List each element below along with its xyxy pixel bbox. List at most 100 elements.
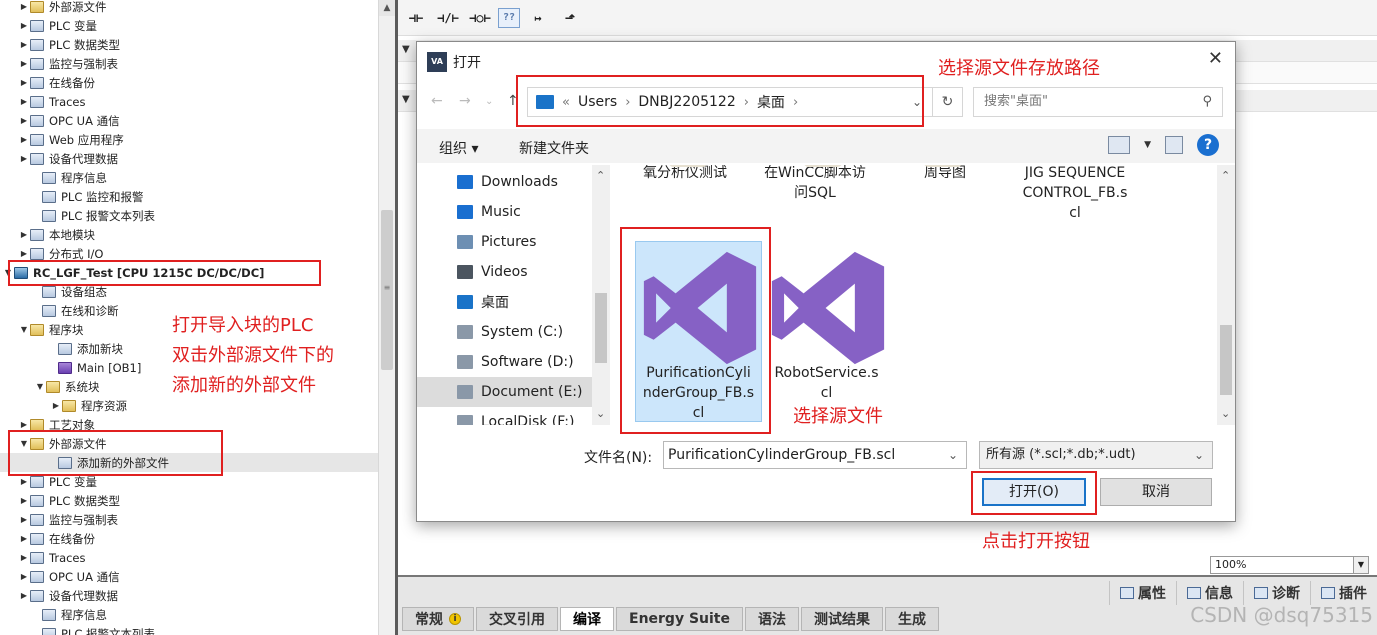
files-scrollbar[interactable]: ⌃ ⌄ bbox=[1217, 165, 1235, 425]
scroll-up-icon[interactable]: ⌃ bbox=[596, 169, 605, 182]
collapse-icon[interactable]: ▼ bbox=[402, 94, 410, 105]
tree-item[interactable]: ▼ RC_LGF_Test [CPU 1215C DC/DC/DC] bbox=[0, 263, 378, 282]
tree-item[interactable]: ▶ 外部源文件 bbox=[0, 0, 378, 16]
expand-down-icon[interactable]: ▼ bbox=[18, 439, 30, 448]
tree-scrollbar[interactable]: ▲ ≡ bbox=[378, 0, 395, 635]
tree-item[interactable]: ▶ 设备代理数据 bbox=[0, 586, 378, 605]
nav-item[interactable]: System (C:) bbox=[457, 317, 607, 347]
preview-pane-icon[interactable] bbox=[1165, 136, 1183, 154]
filename-input[interactable]: PurificationCylinderGroup_FB.scl ⌄ bbox=[663, 441, 967, 469]
tree-item[interactable]: 程序信息 bbox=[0, 168, 378, 187]
nav-item[interactable]: Downloads bbox=[457, 167, 607, 197]
ladder-tool-button[interactable]: ⬏ bbox=[556, 6, 584, 30]
file-item[interactable]: 在WinCC脚本访 问SQL bbox=[751, 165, 879, 233]
scroll-thumb[interactable] bbox=[595, 293, 607, 363]
expand-right-icon[interactable]: ▶ bbox=[18, 249, 30, 258]
inspector-tab[interactable]: 信息 bbox=[1176, 581, 1243, 605]
tree-item[interactable]: PLC 报警文本列表 bbox=[0, 624, 378, 635]
tree-item[interactable]: 设备组态 bbox=[0, 282, 378, 301]
scroll-down-icon[interactable]: ⌄ bbox=[596, 407, 605, 420]
nav-item[interactable]: 桌面 bbox=[457, 287, 607, 317]
close-icon[interactable]: ✕ bbox=[1208, 48, 1223, 69]
info-sub-tab[interactable]: 生成 bbox=[885, 607, 939, 631]
info-sub-tab[interactable]: 常规 i bbox=[402, 607, 474, 631]
expand-right-icon[interactable]: ▶ bbox=[50, 401, 62, 410]
chevron-down-icon[interactable]: ▼ bbox=[1353, 556, 1369, 574]
inspector-tab[interactable]: 诊断 bbox=[1243, 581, 1310, 605]
inspector-tab[interactable]: 属性 bbox=[1109, 581, 1176, 605]
tree-item[interactable]: ▶ PLC 数据类型 bbox=[0, 35, 378, 54]
expand-right-icon[interactable]: ▶ bbox=[18, 572, 30, 581]
scroll-thumb[interactable] bbox=[1220, 325, 1232, 395]
tree-item[interactable]: ▼ 外部源文件 bbox=[0, 434, 378, 453]
tree-item[interactable]: ▶ PLC 数据类型 bbox=[0, 491, 378, 510]
expand-right-icon[interactable]: ▶ bbox=[18, 230, 30, 239]
expand-right-icon[interactable]: ▶ bbox=[18, 78, 30, 87]
chevron-down-icon[interactable]: ⌄ bbox=[948, 442, 958, 468]
tree-item[interactable]: PLC 报警文本列表 bbox=[0, 206, 378, 225]
tree-item[interactable]: ▶ 在线备份 bbox=[0, 529, 378, 548]
open-button[interactable]: 打开(O) bbox=[982, 478, 1086, 506]
tree-item[interactable]: ▶ PLC 变量 bbox=[0, 16, 378, 35]
ladder-tool-button[interactable]: ⊣○⊢ bbox=[466, 6, 494, 30]
nav-item[interactable]: Document (E:) bbox=[417, 377, 592, 407]
zoom-select[interactable]: 100% bbox=[1210, 556, 1355, 574]
nav-scrollbar[interactable]: ⌃ ⌄ bbox=[592, 165, 610, 425]
ladder-tool-button[interactable]: ⊣⊢ bbox=[402, 6, 430, 30]
file-item[interactable]: RobotService.s cl bbox=[763, 363, 890, 403]
tree-item[interactable]: ▶ Web 应用程序 bbox=[0, 130, 378, 149]
dialog-titlebar[interactable]: VA 打开 ✕ bbox=[417, 42, 1235, 78]
nav-item[interactable]: Pictures bbox=[457, 227, 607, 257]
nav-item[interactable]: Music bbox=[457, 197, 607, 227]
tree-item[interactable]: ▶ PLC 变量 bbox=[0, 472, 378, 491]
breadcrumb-item[interactable]: Users bbox=[578, 94, 617, 110]
nav-item[interactable]: Software (D:) bbox=[457, 347, 607, 377]
expand-down-icon[interactable]: ▼ bbox=[34, 382, 46, 391]
organize-button[interactable]: 组织 ▾ bbox=[439, 138, 478, 158]
filetype-select[interactable]: 所有源 (*.scl;*.db;*.udt) ⌄ bbox=[979, 441, 1213, 469]
file-item[interactable]: 周导图 bbox=[881, 165, 1009, 233]
expand-right-icon[interactable]: ▶ bbox=[18, 534, 30, 543]
expand-right-icon[interactable]: ▶ bbox=[18, 553, 30, 562]
ladder-tool-button[interactable]: ⊣/⊢ bbox=[434, 6, 462, 30]
expand-right-icon[interactable]: ▶ bbox=[18, 477, 30, 486]
ladder-tool-button[interactable]: ↦ bbox=[524, 6, 552, 30]
nav-item[interactable]: Videos bbox=[457, 257, 607, 287]
breadcrumb-item[interactable]: 桌面 bbox=[757, 92, 785, 112]
info-sub-tab[interactable]: 编译 bbox=[560, 607, 614, 631]
info-sub-tab[interactable]: Energy Suite bbox=[616, 607, 743, 631]
info-sub-tab[interactable]: 交叉引用 bbox=[476, 607, 558, 631]
tree-item[interactable]: 程序信息 bbox=[0, 605, 378, 624]
tree-item[interactable]: ▶ 在线备份 bbox=[0, 73, 378, 92]
address-bar[interactable]: « Users › DNBJ2205122 › 桌面 › ⌄ bbox=[527, 87, 933, 117]
nav-item[interactable]: LocalDisk (F:) bbox=[457, 407, 607, 425]
chevron-down-icon[interactable]: ▼ bbox=[1144, 140, 1151, 150]
expand-right-icon[interactable]: ▶ bbox=[18, 135, 30, 144]
new-folder-button[interactable]: 新建文件夹 bbox=[519, 138, 589, 158]
expand-right-icon[interactable]: ▶ bbox=[18, 515, 30, 524]
expand-right-icon[interactable]: ▶ bbox=[18, 154, 30, 163]
forward-icon[interactable]: → bbox=[459, 93, 471, 109]
tree-item[interactable]: ▶ OPC UA 通信 bbox=[0, 567, 378, 586]
expand-right-icon[interactable]: ▶ bbox=[18, 591, 30, 600]
cancel-button[interactable]: 取消 bbox=[1100, 478, 1212, 506]
collapse-icon[interactable]: ▼ bbox=[402, 44, 410, 55]
tree-item[interactable]: ▶ Traces bbox=[0, 548, 378, 567]
scroll-up-icon[interactable]: ⌃ bbox=[1221, 169, 1230, 182]
ladder-tool-button[interactable]: ?? bbox=[498, 7, 520, 28]
expand-right-icon[interactable]: ▶ bbox=[18, 2, 30, 11]
tree-item[interactable]: 添加新的外部文件 bbox=[0, 453, 378, 472]
tree-item[interactable]: ▶ 工艺对象 bbox=[0, 415, 378, 434]
scroll-up-icon[interactable]: ▲ bbox=[379, 0, 395, 16]
expand-right-icon[interactable]: ▶ bbox=[18, 59, 30, 68]
tree-item[interactable]: ▶ 监控与强制表 bbox=[0, 510, 378, 529]
tree-item[interactable]: ▶ 设备代理数据 bbox=[0, 149, 378, 168]
expand-right-icon[interactable]: ▶ bbox=[18, 496, 30, 505]
history-chevron-icon[interactable]: ⌄ bbox=[485, 96, 493, 107]
expand-right-icon[interactable]: ▶ bbox=[18, 420, 30, 429]
view-mode-icon[interactable] bbox=[1108, 136, 1131, 154]
file-item[interactable]: PurificationCyli nderGroup_FB.s cl bbox=[635, 363, 762, 423]
tree-item[interactable]: ▶ 本地模块 bbox=[0, 225, 378, 244]
file-item[interactable]: 氧分析仪测试 bbox=[621, 165, 749, 233]
file-item[interactable]: JIG SEQUENCE CONTROL_FB.s cl bbox=[1011, 165, 1139, 233]
